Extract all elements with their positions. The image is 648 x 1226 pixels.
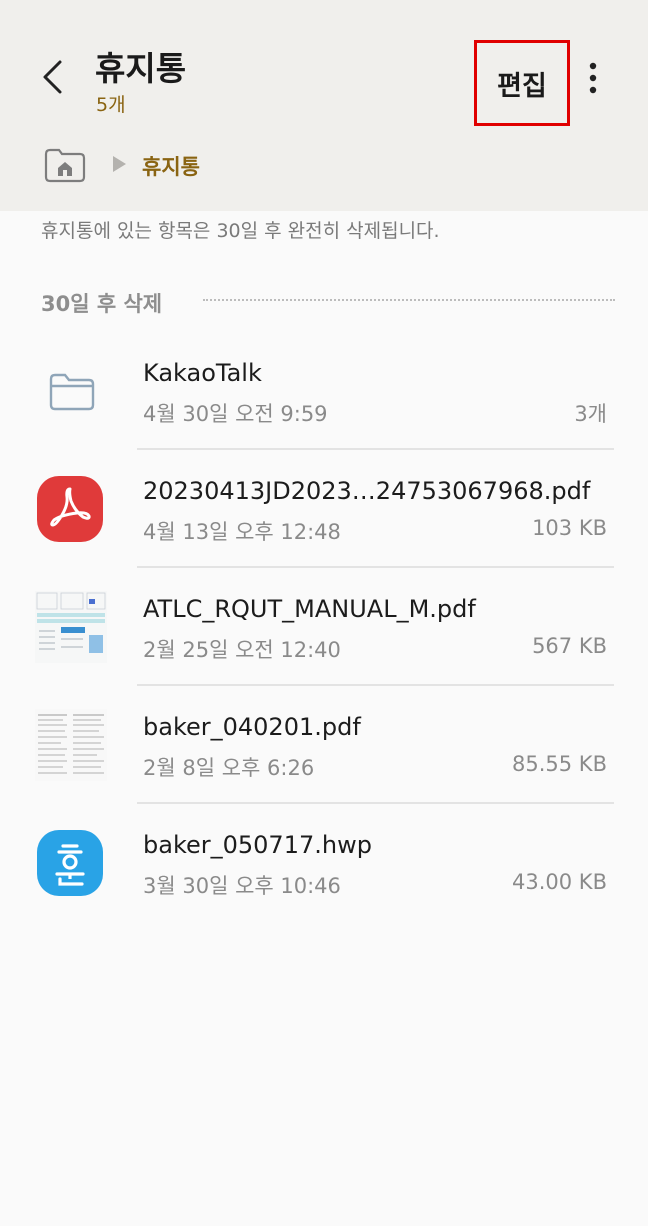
document-thumbnail bbox=[35, 591, 107, 663]
file-date: 2월 25일 오전 12:40 bbox=[143, 638, 341, 662]
edit-button[interactable]: 편집 bbox=[474, 40, 570, 126]
more-options-button[interactable] bbox=[578, 56, 608, 100]
file-name: ATLC_RQUT_MANUAL_M.pdf bbox=[143, 595, 476, 623]
file-date: 4월 13일 오후 12:48 bbox=[143, 520, 341, 544]
chevron-right-icon bbox=[113, 156, 126, 172]
file-size: 3개 bbox=[574, 402, 607, 426]
file-list-item[interactable]: baker_040201.pdf 2월 8일 오후 6:26 85.55 KB bbox=[0, 686, 648, 804]
section-header: 30일 후 삭제 bbox=[41, 292, 163, 316]
file-size: 103 KB bbox=[532, 516, 607, 540]
file-name: 20230413JD2023…24753067968.pdf bbox=[143, 477, 591, 505]
breadcrumb-current[interactable]: 휴지통 bbox=[142, 151, 200, 181]
file-name: KakaoTalk bbox=[143, 359, 262, 387]
file-size: 85.55 KB bbox=[512, 752, 607, 776]
file-list-item[interactable]: KakaoTalk 4월 30일 오전 9:59 3개 bbox=[0, 332, 648, 450]
file-date: 4월 30일 오전 9:59 bbox=[143, 402, 328, 426]
folder-icon bbox=[35, 355, 107, 427]
file-size: 43.00 KB bbox=[512, 870, 607, 894]
home-folder-icon bbox=[44, 148, 86, 183]
back-button[interactable] bbox=[32, 50, 76, 102]
more-vertical-icon bbox=[589, 62, 597, 94]
file-list-item[interactable]: baker_050717.hwp 3월 30일 오후 10:46 43.00 K… bbox=[0, 804, 648, 922]
file-size: 567 KB bbox=[532, 634, 607, 658]
pdf-icon bbox=[35, 473, 107, 545]
file-list-item[interactable]: ATLC_RQUT_MANUAL_M.pdf 2월 25일 오전 12:40 5… bbox=[0, 568, 648, 686]
edit-button-label: 편집 bbox=[497, 70, 547, 102]
page-title: 휴지통 bbox=[95, 49, 187, 88]
file-list-item[interactable]: 20230413JD2023…24753067968.pdf 4월 13일 오후… bbox=[0, 450, 648, 568]
chevron-left-icon bbox=[43, 60, 62, 94]
item-count: 5개 bbox=[96, 94, 126, 116]
file-name: baker_050717.hwp bbox=[143, 831, 372, 859]
file-date: 3월 30일 오후 10:46 bbox=[143, 874, 341, 898]
trash-info-text: 휴지통에 있는 항목은 30일 후 완전히 삭제됩니다. bbox=[41, 220, 440, 242]
app-header: 휴지통 5개 편집 휴지통 bbox=[0, 0, 648, 211]
home-breadcrumb-button[interactable] bbox=[43, 146, 87, 184]
hwp-icon bbox=[35, 827, 107, 899]
section-divider bbox=[203, 299, 615, 301]
file-name: baker_040201.pdf bbox=[143, 713, 361, 741]
document-thumbnail bbox=[35, 709, 107, 781]
file-date: 2월 8일 오후 6:26 bbox=[143, 756, 315, 780]
